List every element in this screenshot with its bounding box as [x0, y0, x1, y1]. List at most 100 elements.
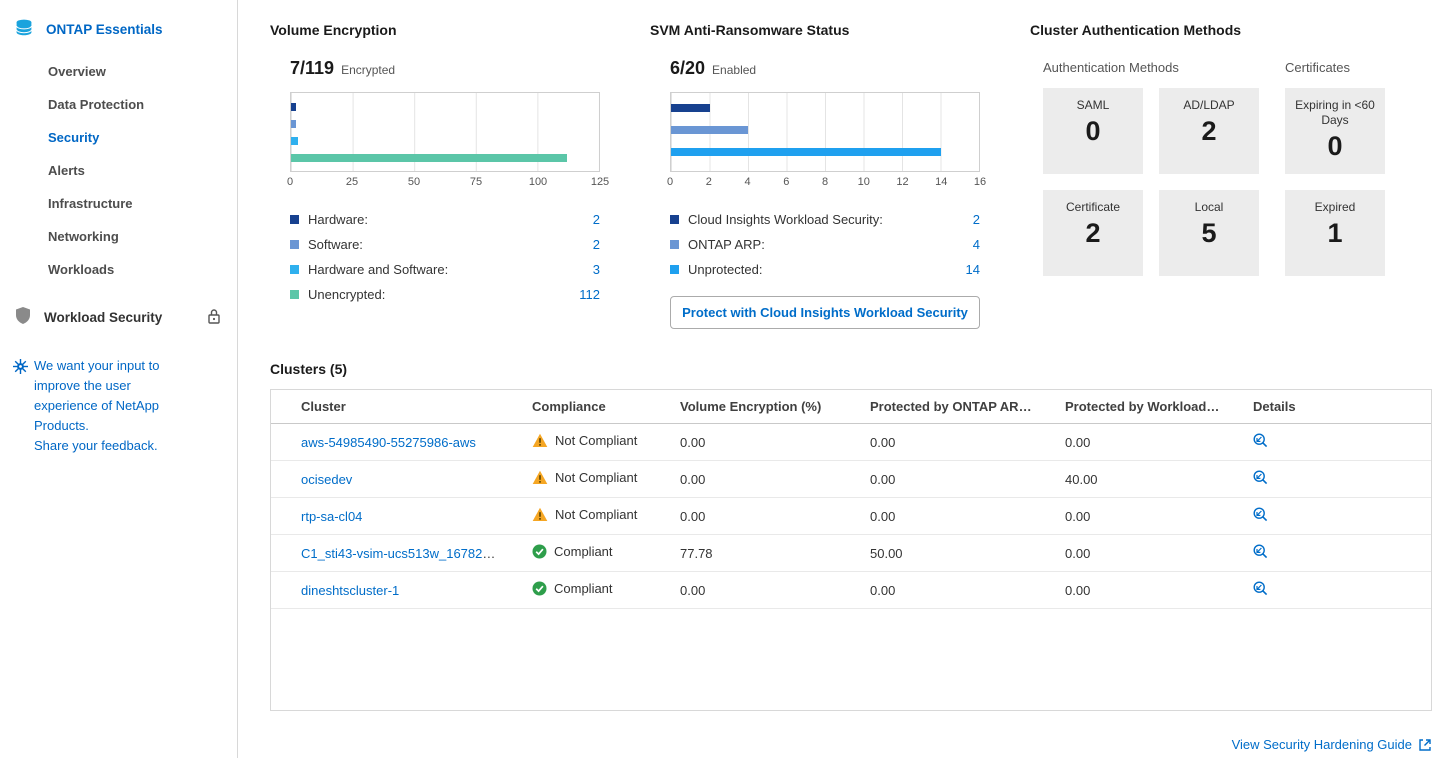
legend-value-link[interactable]: 2 — [973, 212, 980, 227]
cell-workload-sec: 0.00 — [1049, 424, 1237, 461]
bar-unprotected — [671, 148, 941, 156]
sidebar-nav: Overview Data Protection Security Alerts… — [0, 55, 237, 286]
cluster-link[interactable]: dineshtscluster-1 — [301, 583, 399, 598]
legend-value-link[interactable]: 112 — [579, 287, 600, 302]
legend-swatch — [290, 265, 299, 274]
legend-swatch — [290, 290, 299, 299]
cell-volume-encryption: 0.00 — [664, 424, 854, 461]
sidebar-item-data-protection[interactable]: Data Protection — [0, 88, 237, 121]
legend-value-link[interactable]: 4 — [973, 237, 980, 252]
col-compliance[interactable]: Compliance — [516, 390, 664, 424]
legend-value-link[interactable]: 14 — [966, 262, 980, 277]
svm-arp-chart — [670, 92, 980, 172]
details-icon[interactable] — [1253, 433, 1268, 448]
feedback-text: We want your input to improve the user e… — [34, 358, 160, 433]
ontap-essentials-icon — [14, 18, 34, 41]
cluster-link[interactable]: ocisedev — [301, 472, 352, 487]
compliant-icon — [532, 544, 547, 559]
legend-value-link[interactable]: 2 — [593, 212, 600, 227]
col-workload-sec[interactable]: Protected by Workload Sec… — [1049, 390, 1237, 424]
sidebar-item-infrastructure[interactable]: Infrastructure — [0, 187, 237, 220]
bar-ontap-arp — [671, 126, 748, 134]
details-icon[interactable] — [1253, 544, 1268, 559]
table-header-row: Cluster Compliance Volume Encryption (%)… — [271, 390, 1431, 424]
sidebar-item-workloads[interactable]: Workloads — [0, 253, 237, 286]
legend-label: Software: — [308, 237, 363, 252]
clusters-section: Clusters (5) Cluster Compliance Volume E… — [270, 361, 1432, 752]
legend-item: Cloud Insights Workload Security: 2 — [670, 207, 980, 232]
sidebar-item-overview[interactable]: Overview — [0, 55, 237, 88]
col-cluster[interactable]: Cluster — [271, 390, 516, 424]
compliant-icon — [532, 581, 547, 596]
cell-workload-sec: 40.00 — [1049, 461, 1237, 498]
cell-volume-encryption: 77.78 — [664, 535, 854, 572]
details-icon[interactable] — [1253, 470, 1268, 485]
table-row: C1_sti43-vsim-ucs513w_1678253476 Complia… — [271, 535, 1431, 572]
main-content: Volume Encryption 7/119 Encrypted 0 — [238, 0, 1451, 758]
workload-security-label: Workload Security — [44, 310, 162, 325]
legend-value-link[interactable]: 2 — [593, 237, 600, 252]
cell-workload-sec: 0.00 — [1049, 498, 1237, 535]
col-ontap-arp[interactable]: Protected by ONTAP ARP (%) — [854, 390, 1049, 424]
details-icon[interactable] — [1253, 581, 1268, 596]
table-row: aws-54985490-55275986-aws Not Compliant … — [271, 424, 1431, 461]
table-row: ocisedev Not Compliant 0.00 0.00 40.00 — [271, 461, 1431, 498]
cell-workload-sec: 0.00 — [1049, 535, 1237, 572]
legend-value-link[interactable]: 3 — [593, 262, 600, 277]
shield-icon — [14, 306, 32, 328]
sidebar-item-alerts[interactable]: Alerts — [0, 154, 237, 187]
legend-item: Software: 2 — [290, 232, 600, 257]
cell-workload-sec: 0.00 — [1049, 572, 1237, 609]
volume-encryption-legend: Hardware: 2 Software: 2 Hardware and Sof… — [290, 207, 600, 307]
legend-label: Cloud Insights Workload Security: — [688, 212, 883, 227]
sidebar-item-networking[interactable]: Networking — [0, 220, 237, 253]
app-title: ONTAP Essentials — [46, 22, 163, 37]
details-icon[interactable] — [1253, 507, 1268, 522]
volume-encryption-panel: Volume Encryption 7/119 Encrypted 0 — [270, 22, 600, 329]
panel-title: SVM Anti-Ransomware Status — [650, 22, 980, 38]
encrypted-stat: 7/119 — [290, 58, 334, 79]
cell-ontap-arp: 0.00 — [854, 461, 1049, 498]
legend-swatch — [670, 215, 679, 224]
bar-software — [291, 120, 296, 128]
x-axis-ticks: 0 2 4 6 8 10 12 14 16 — [670, 176, 980, 191]
summary-panels: Volume Encryption 7/119 Encrypted 0 — [270, 22, 1432, 329]
status-badge: Not Compliant — [532, 433, 637, 448]
app-root: ONTAP Essentials Overview Data Protectio… — [0, 0, 1451, 758]
legend-swatch — [290, 215, 299, 224]
svm-anti-ransomware-panel: SVM Anti-Ransomware Status 6/20 Enabled … — [650, 22, 980, 329]
bar-unencrypted — [291, 154, 567, 162]
legend-label: Hardware and Software: — [308, 262, 448, 277]
cell-ontap-arp: 0.00 — [854, 572, 1049, 609]
legend-swatch — [670, 240, 679, 249]
auth-methods-label: Authentication Methods — [1043, 60, 1259, 75]
status-badge: Compliant — [532, 544, 613, 559]
auth-methods-group: Authentication Methods SAML 0 AD/LDAP 2 — [1043, 60, 1259, 276]
bar-hardware-and-software — [291, 137, 298, 145]
warning-icon — [532, 433, 548, 448]
col-volume-encryption[interactable]: Volume Encryption (%) — [664, 390, 854, 424]
legend-swatch — [670, 265, 679, 274]
cluster-link[interactable]: aws-54985490-55275986-aws — [301, 435, 476, 450]
sidebar-item-workload-security[interactable]: Workload Security — [0, 292, 237, 342]
volume-encryption-chart — [290, 92, 600, 172]
feedback-link[interactable]: Share your feedback. — [34, 438, 158, 453]
protect-with-workload-security-button[interactable]: Protect with Cloud Insights Workload Sec… — [670, 296, 980, 329]
security-hardening-guide-link[interactable]: View Security Hardening Guide — [1232, 737, 1432, 752]
svm-arp-legend: Cloud Insights Workload Security: 2 ONTA… — [670, 207, 980, 282]
cell-volume-encryption: 0.00 — [664, 572, 854, 609]
tile-local: Local 5 — [1159, 190, 1259, 276]
col-details: Details — [1237, 390, 1431, 424]
cell-ontap-arp: 50.00 — [854, 535, 1049, 572]
feedback-block: We want your input to improve the user e… — [0, 352, 237, 456]
clusters-title: Clusters (5) — [270, 361, 1432, 377]
cluster-link[interactable]: rtp-sa-cl04 — [301, 509, 362, 524]
sidebar-item-security[interactable]: Security — [0, 121, 237, 154]
tile-certificate: Certificate 2 — [1043, 190, 1143, 276]
cell-ontap-arp: 0.00 — [854, 498, 1049, 535]
legend-label: Hardware: — [308, 212, 368, 227]
legend-item: Hardware: 2 — [290, 207, 600, 232]
cluster-link[interactable]: C1_sti43-vsim-ucs513w_1678253476 — [301, 546, 516, 561]
status-badge: Not Compliant — [532, 507, 637, 522]
sidebar-header: ONTAP Essentials — [0, 8, 237, 51]
